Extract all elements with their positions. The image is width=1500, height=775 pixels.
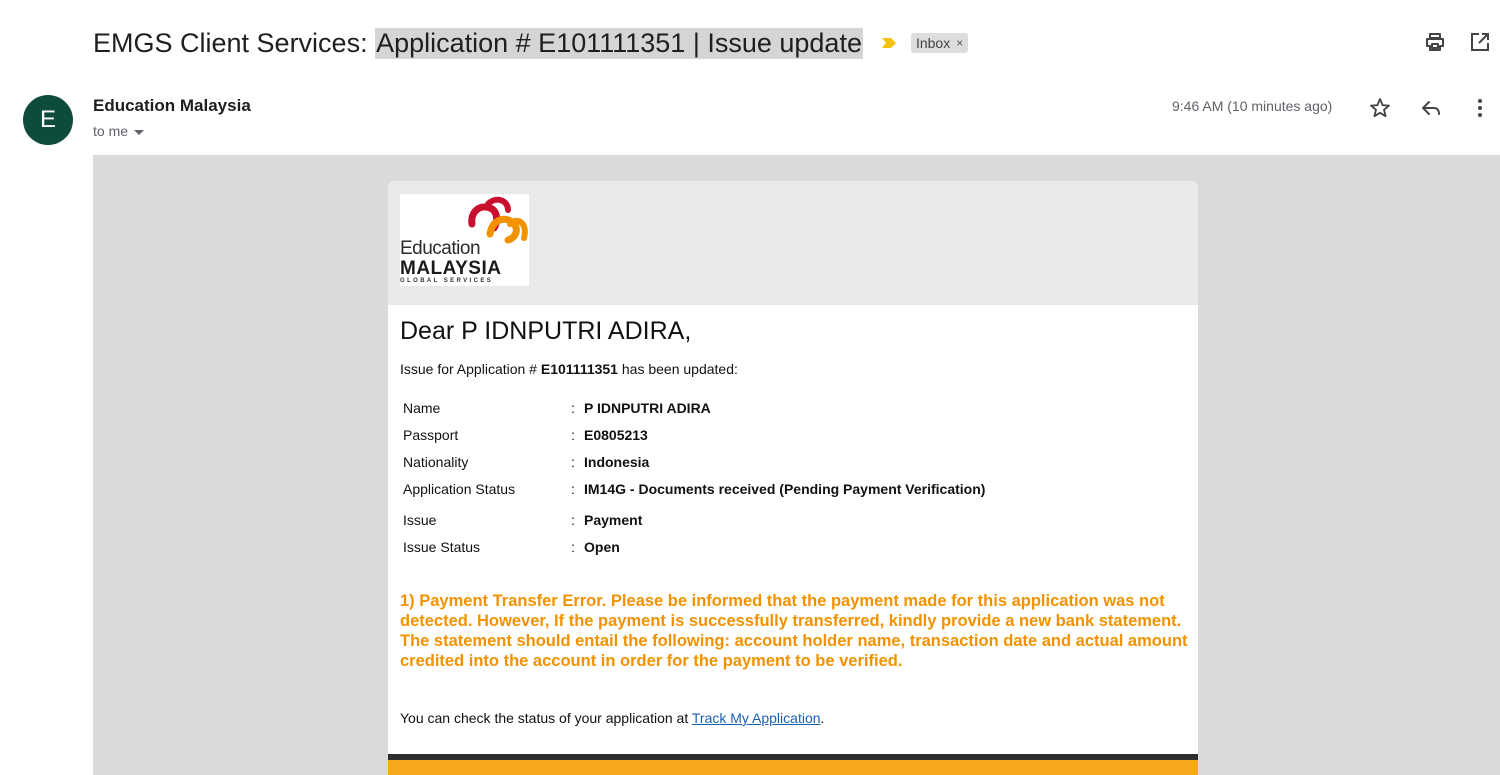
detail-value: IM14G - Documents received (Pending Paym… (584, 480, 986, 497)
chevron-down-icon (134, 129, 145, 135)
detail-separator: : (571, 453, 575, 470)
subject-prefix: EMGS Client Services: (93, 27, 376, 58)
recipient-text: to me (93, 123, 129, 139)
detail-row-nationality: Nationality : Indonesia (403, 448, 985, 475)
more-options-icon[interactable] (1468, 96, 1492, 120)
track-status-line: You can check the status of your applica… (400, 710, 824, 726)
status-text-after: . (820, 710, 825, 726)
open-in-new-window-icon[interactable] (1468, 30, 1492, 54)
inbox-label-text: Inbox (915, 35, 951, 51)
intro-line: Issue for Application # E101111351 has b… (400, 361, 738, 377)
logo-text-education: Education (400, 238, 481, 259)
track-my-application-link[interactable]: Track My Application (692, 710, 821, 726)
detail-label: Application Status (403, 480, 516, 497)
recipient-details-toggle[interactable]: to me (93, 123, 145, 139)
detail-separator: : (571, 538, 575, 555)
detail-label: Passport (403, 426, 459, 443)
detail-separator: : (571, 511, 575, 528)
email-subject: EMGS Client Services: Application # E101… (93, 24, 969, 62)
email-content-card: Education MALAYSIA GLOBAL SERVICES Dear … (388, 181, 1198, 775)
footer-accent-bar (388, 760, 1198, 775)
detail-value: Open (584, 538, 620, 555)
detail-value: Indonesia (584, 453, 650, 470)
sender-name[interactable]: Education Malaysia (93, 96, 251, 116)
detail-separator: : (571, 480, 575, 497)
status-text-before: You can check the status of your applica… (400, 710, 692, 726)
email-timestamp: 9:46 AM (10 minutes ago) (1172, 98, 1333, 114)
detail-value: E0805213 (584, 426, 648, 443)
intro-text-after: has been updated: (617, 361, 738, 377)
detail-label: Name (403, 399, 441, 416)
sender-avatar[interactable]: E (23, 95, 73, 145)
email-banner: Education MALAYSIA GLOBAL SERVICES (388, 181, 1198, 305)
intro-text-before: Issue for Application # (400, 361, 541, 377)
remove-label-icon[interactable]: × (956, 36, 963, 50)
detail-label: Issue Status (403, 538, 481, 555)
print-icon[interactable] (1423, 30, 1447, 54)
payment-error-notice: 1) Payment Transfer Error. Please be inf… (400, 592, 1188, 670)
inbox-label-chip[interactable]: Inbox × (910, 33, 969, 53)
star-icon[interactable] (1368, 96, 1392, 120)
application-number: E101111351 (540, 361, 618, 377)
detail-label: Nationality (403, 453, 469, 470)
logo-text-malaysia: MALAYSIA (400, 258, 502, 279)
detail-row-name: Name : P IDNPUTRI ADIRA (403, 394, 985, 421)
application-details-table: Name : P IDNPUTRI ADIRA Passport : E0805… (403, 394, 985, 560)
detail-value: Payment (584, 511, 643, 528)
reply-icon[interactable] (1419, 96, 1443, 120)
email-greeting: Dear P IDNPUTRI ADIRA, (400, 317, 692, 345)
detail-row-issue-status: Issue Status : Open (403, 533, 985, 560)
detail-row-application-status: Application Status : IM14G - Documents r… (403, 475, 985, 502)
detail-value: P IDNPUTRI ADIRA (584, 399, 711, 416)
detail-row-passport: Passport : E0805213 (403, 421, 985, 448)
logo-text-global-services: GLOBAL SERVICES (400, 278, 494, 284)
importance-marker-icon[interactable] (881, 35, 897, 51)
detail-label: Issue (403, 511, 437, 528)
detail-separator: : (571, 399, 575, 416)
detail-row-issue: Issue : Payment (403, 506, 985, 533)
detail-separator: : (571, 426, 575, 443)
subject-highlighted-text: Application # E101111351 | Issue update (375, 27, 863, 59)
education-malaysia-logo: Education MALAYSIA GLOBAL SERVICES (400, 194, 529, 286)
